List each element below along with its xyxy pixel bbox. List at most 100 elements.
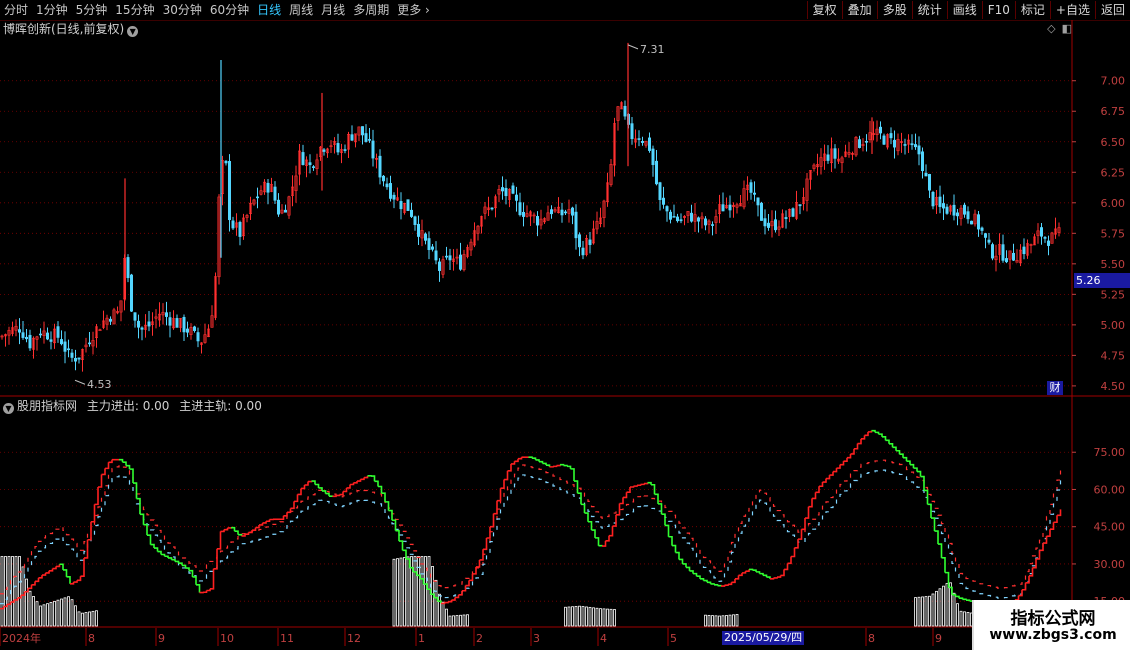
- kline-chart: 7.00 6.75 6.50 6.25 6.00 5.75 5.50 5.25 5.00 4.75…: [0, 20, 1130, 650]
- histogram-bar: [578, 605, 581, 627]
- main-force-line: [105, 462, 110, 470]
- candle-body: [350, 134, 354, 141]
- histogram-bar: [39, 605, 42, 627]
- histogram-bar: [438, 593, 441, 627]
- diamond-icon[interactable]: ◇: [1047, 23, 1055, 35]
- histogram-bar: [721, 615, 725, 627]
- indicator-tick-label: 45.00: [1094, 521, 1126, 534]
- candle-body: [1001, 244, 1005, 261]
- main-force-line: [38, 575, 43, 579]
- watermark-line1: 指标公式网: [1010, 609, 1096, 629]
- main-force-line: [73, 580, 78, 583]
- main-panel-title[interactable]: 博晖创新(日线,前复权) ▼: [3, 21, 139, 37]
- main-force-line: [770, 577, 775, 580]
- main-force-line: [780, 569, 785, 577]
- main-force-line: [476, 559, 481, 568]
- candle-body: [1011, 252, 1015, 261]
- main-force-line: [301, 485, 306, 490]
- histogram-bar: [928, 595, 931, 627]
- candle-body: [238, 221, 242, 237]
- finance-badge[interactable]: 财: [1047, 381, 1063, 395]
- candle-body: [518, 202, 522, 216]
- panel-toggle-icon[interactable]: ◧: [1062, 23, 1072, 35]
- main-force-line: [325, 492, 330, 497]
- high-marker: [627, 44, 639, 50]
- candle-body: [228, 161, 232, 221]
- main-force-line: [77, 576, 82, 582]
- histogram-bar: [11, 556, 14, 627]
- candle-body: [49, 339, 53, 342]
- main-force-line: [101, 468, 106, 476]
- main-force-line: [703, 579, 708, 583]
- main-force-line: [948, 586, 953, 595]
- main-force-line: [577, 492, 582, 505]
- main-force-line: [469, 573, 474, 582]
- chevron-down-icon[interactable]: ▼: [127, 26, 139, 37]
- main-force-line: [483, 538, 488, 551]
- main-force-line: [45, 570, 50, 574]
- main-force-line: [899, 453, 904, 458]
- chevron-down-icon[interactable]: ▼: [3, 403, 14, 414]
- main-force-line: [738, 572, 743, 577]
- price-tick-label: 7.00: [1101, 75, 1126, 88]
- main-force-line: [693, 572, 698, 577]
- main-force-line: [570, 468, 575, 482]
- main-force-line: [826, 475, 831, 480]
- main-force-line: [728, 582, 733, 586]
- x-axis-label: 3: [533, 632, 540, 645]
- candle-body: [406, 199, 410, 211]
- candle-body: [301, 152, 305, 165]
- histogram-bar: [396, 558, 399, 627]
- candle-body: [640, 141, 644, 143]
- candle-body: [864, 141, 868, 143]
- candle-body: [570, 207, 574, 216]
- histogram-bar: [613, 609, 616, 627]
- candle-body: [514, 194, 518, 201]
- main-force-line: [955, 595, 960, 599]
- histogram-bar: [441, 601, 445, 627]
- main-force-line: [392, 519, 397, 531]
- main-force-line: [696, 575, 701, 579]
- candle-body: [651, 148, 655, 165]
- histogram-bar: [399, 557, 403, 627]
- candle-body: [385, 183, 389, 188]
- indicator-value-2: 主进主轨: 0.00: [179, 399, 262, 413]
- candle-body: [931, 191, 935, 207]
- candle-body: [910, 143, 914, 146]
- main-force-line: [567, 465, 572, 469]
- candle-body: [945, 206, 949, 214]
- main-force-line: [563, 464, 568, 467]
- main-force-line: [252, 527, 257, 531]
- candle-body: [388, 183, 392, 199]
- indicator-panel-title[interactable]: ▼ 股朋指标网 主力进出: 0.00 主进主轨: 0.00: [3, 398, 262, 414]
- main-force-line: [66, 576, 71, 584]
- candle-body: [798, 204, 802, 207]
- main-force-line: [889, 442, 894, 448]
- main-force-line: [850, 448, 855, 455]
- candle-body: [371, 140, 375, 159]
- histogram-bar: [53, 600, 56, 627]
- x-axis-label: 8: [868, 632, 875, 645]
- histogram-bar: [403, 557, 406, 627]
- main-force-line: [801, 518, 806, 531]
- main-force-line: [766, 576, 771, 579]
- candle-body: [168, 317, 172, 326]
- main-force-line: [539, 460, 544, 464]
- candle-body: [378, 155, 382, 178]
- main-force-line: [731, 578, 736, 584]
- price-tick-label: 5.25: [1101, 288, 1126, 301]
- candle-body: [920, 151, 924, 172]
- main-force-line: [108, 459, 113, 464]
- main-force-line: [364, 475, 369, 479]
- histogram-bar: [46, 603, 49, 627]
- main-force-line: [609, 526, 614, 537]
- histogram-bar: [81, 612, 84, 627]
- histogram-bar: [420, 556, 424, 627]
- main-force-line: [514, 458, 519, 463]
- candle-body: [364, 133, 368, 142]
- main-force-line: [742, 571, 747, 574]
- candle-body: [175, 318, 179, 328]
- main-force-line: [140, 513, 145, 525]
- main-force-line: [581, 503, 586, 514]
- histogram-bar: [28, 590, 32, 627]
